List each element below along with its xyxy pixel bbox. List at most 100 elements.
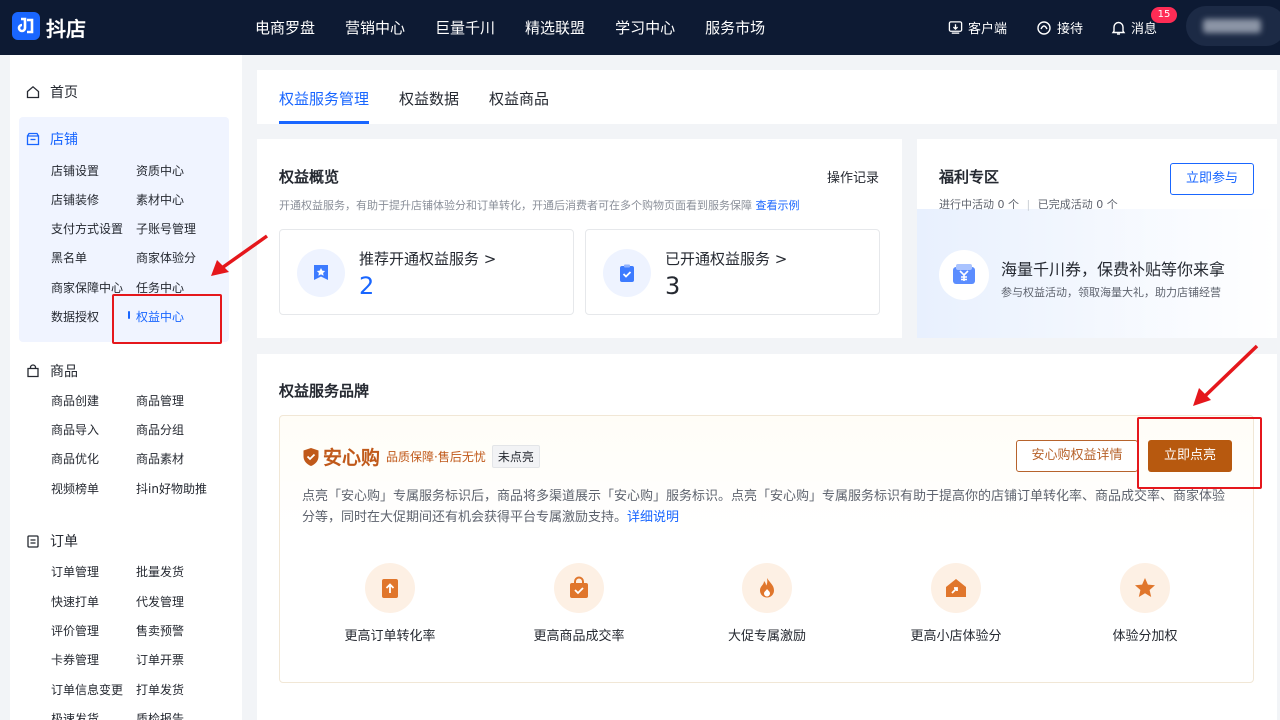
tab-active-underline: [279, 121, 369, 124]
sidebar-goods-title: 商品: [50, 364, 78, 380]
opened-rights-card[interactable]: 已开通权益服务 > 3: [585, 229, 880, 315]
sidebar-group-store[interactable]: 店铺: [26, 129, 78, 149]
user-avatar-menu[interactable]: [1186, 6, 1280, 46]
anxingou-logo: 安心购 品质保障·售后无忧 未点亮: [302, 443, 540, 470]
sidebar-home-label: 首页: [50, 85, 78, 101]
sidebar-item-blacklist[interactable]: 黑名单: [51, 249, 87, 266]
ongoing-activity-count: 进行中活动 0 个: [939, 198, 1019, 211]
tab-bar: 权益服务管理 权益数据 权益商品: [257, 70, 1277, 124]
sidebar-item-order-change[interactable]: 订单信息变更: [51, 681, 123, 698]
shield-icon: [303, 447, 319, 466]
coupon-icon-circle: [939, 250, 989, 300]
feature-score-weight: 体验分加权: [1075, 563, 1215, 644]
sidebar: 首页 店铺 店铺设置 资质中心 店铺装修 素材中心 支付方式设置 子账号管理 黑…: [10, 55, 242, 720]
feature-goods-conversion: 更高商品成交率: [509, 563, 649, 644]
sidebar-item-goods-create[interactable]: 商品创建: [51, 392, 99, 409]
top-nav-item-alliance[interactable]: 精选联盟: [525, 17, 585, 38]
sidebar-item-goods-optimize[interactable]: 商品优化: [51, 450, 99, 467]
sidebar-item-express-ship[interactable]: 极速发货: [51, 710, 99, 720]
sidebar-item-home[interactable]: 首页: [26, 82, 78, 102]
sidebar-group-orders[interactable]: 订单: [26, 531, 78, 551]
opened-rights-label: 已开通权益服务 >: [665, 250, 788, 268]
reception-link[interactable]: 接待: [1036, 18, 1083, 37]
home-icon: [26, 85, 40, 99]
sidebar-group-goods[interactable]: 商品: [26, 361, 78, 381]
sidebar-item-order-manage[interactable]: 订单管理: [51, 563, 99, 580]
sidebar-item-goods-material[interactable]: 商品素材: [136, 450, 184, 467]
yen-coupon-icon: [953, 264, 975, 284]
feature-label: 大促专属激励: [727, 629, 806, 644]
coupon-promo-title: 海量千川券，保费补贴等你来拿: [1001, 260, 1226, 279]
logo-icon[interactable]: [12, 12, 40, 40]
sidebar-item-qc-report[interactable]: 质检报告: [136, 710, 184, 720]
status-badge: 未点亮: [491, 445, 540, 468]
sidebar-item-qualification[interactable]: 资质中心: [136, 162, 184, 179]
feature-icon-circle: [1120, 563, 1170, 613]
messages-link[interactable]: 消息: [1111, 18, 1157, 37]
detail-explanation-link[interactable]: 详细说明: [627, 510, 679, 525]
overview-title: 权益概览: [279, 168, 340, 186]
anxingou-panel: 安心购 品质保障·售后无忧 未点亮 安心购权益详情 立即点亮 点亮「安心购」专属…: [279, 415, 1254, 683]
order-clipboard-icon: [27, 535, 39, 548]
top-nav-item-service-market[interactable]: 服务市场: [705, 17, 765, 38]
sidebar-item-goods-import[interactable]: 商品导入: [51, 421, 99, 438]
sidebar-item-store-decoration[interactable]: 店铺装修: [51, 191, 99, 208]
sidebar-item-sub-accounts[interactable]: 子账号管理: [136, 220, 196, 237]
sidebar-item-goods-manage[interactable]: 商品管理: [136, 392, 184, 409]
sidebar-item-data-auth[interactable]: 数据授权: [51, 308, 99, 325]
view-example-link[interactable]: 查看示例: [756, 199, 800, 212]
bag-check-icon: [570, 576, 588, 598]
top-nav-item-qianchuan[interactable]: 巨量千川: [435, 17, 495, 38]
tab-rights-data[interactable]: 权益数据: [399, 88, 459, 109]
operation-record-link[interactable]: 操作记录: [827, 167, 879, 186]
tab-rights-goods[interactable]: 权益商品: [489, 88, 549, 109]
top-nav-item-compass[interactable]: 电商罗盘: [255, 17, 315, 38]
sidebar-item-sale-warning[interactable]: 售卖预警: [136, 622, 184, 639]
logo-text[interactable]: 抖店: [46, 13, 86, 42]
headset-icon: [1037, 20, 1051, 35]
overview-desc-text: 开通权益服务，有助于提升店铺体验分和订单转化，开通后消费者可在多个购物页面看到服…: [279, 199, 752, 212]
sidebar-item-coupons[interactable]: 卡券管理: [51, 651, 99, 668]
sidebar-store-title: 店铺: [50, 132, 78, 148]
recommend-rights-card[interactable]: 推荐开通权益服务 > 2: [279, 229, 574, 315]
sidebar-item-reviews[interactable]: 评价管理: [51, 622, 99, 639]
top-bar: 抖店 电商罗盘 营销中心 巨量千川 精选联盟 学习中心 服务市场 客户端 接待 …: [0, 0, 1280, 55]
sidebar-item-experience-score[interactable]: 商家体验分: [136, 249, 196, 266]
client-download-link[interactable]: 客户端: [948, 18, 1007, 37]
top-nav-item-learning[interactable]: 学习中心: [615, 17, 675, 38]
welfare-activity-stats: 进行中活动 0 个 | 已完成活动 0 个: [939, 196, 1118, 212]
anxingou-name: 安心购: [323, 447, 381, 469]
store-icon: [26, 132, 40, 146]
anxingou-detail-button[interactable]: 安心购权益详情: [1016, 440, 1138, 472]
sidebar-item-dropship[interactable]: 代发管理: [136, 593, 184, 610]
join-now-button[interactable]: 立即参与: [1170, 163, 1254, 195]
top-nav-item-marketing[interactable]: 营销中心: [345, 17, 405, 38]
sidebar-item-quick-print[interactable]: 快速打单: [51, 593, 99, 610]
clipboard-check-icon: [620, 264, 634, 282]
sidebar-item-payment-settings[interactable]: 支付方式设置: [51, 220, 123, 237]
annotation-box-light-up: [1137, 417, 1262, 489]
sidebar-item-goods-group[interactable]: 商品分组: [136, 421, 184, 438]
recommend-icon-circle: [297, 249, 345, 297]
reception-label: 接待: [1057, 22, 1084, 37]
tab-rights-management[interactable]: 权益服务管理: [279, 88, 369, 109]
top-nav: 电商罗盘 营销中心 巨量千川 精选联盟 学习中心 服务市场: [255, 17, 795, 38]
sidebar-item-douin-promote[interactable]: 抖in好物助推: [136, 480, 207, 497]
opened-rights-count: 3: [665, 272, 681, 300]
sidebar-item-print-ship[interactable]: 打单发货: [136, 681, 184, 698]
sidebar-item-invoice[interactable]: 订单开票: [136, 651, 184, 668]
divider: |: [1026, 198, 1031, 211]
feature-icon-circle: [742, 563, 792, 613]
annotation-box-rights-center: [112, 294, 222, 344]
feature-label: 体验分加权: [1112, 629, 1178, 644]
sidebar-item-video-rank[interactable]: 视频榜单: [51, 480, 99, 497]
rights-brand-card: 权益服务品牌 安心购 品质保障·售后无忧 未点亮 安心购权益详情 立即点亮 点亮…: [257, 354, 1277, 720]
sidebar-item-batch-ship[interactable]: 批量发货: [136, 563, 184, 580]
welfare-card: 福利专区 进行中活动 0 个 | 已完成活动 0 个 立即参与 海量千川券，保费…: [917, 139, 1277, 338]
sidebar-item-store-settings[interactable]: 店铺设置: [51, 162, 99, 179]
sidebar-item-materials[interactable]: 素材中心: [136, 191, 184, 208]
client-label: 客户端: [968, 22, 1008, 37]
overview-description: 开通权益服务，有助于提升店铺体验分和订单转化，开通后消费者可在多个购物页面看到服…: [279, 197, 800, 213]
shop-up-icon: [946, 579, 966, 597]
feature-promo-incentive: 大促专属激励: [697, 563, 837, 644]
